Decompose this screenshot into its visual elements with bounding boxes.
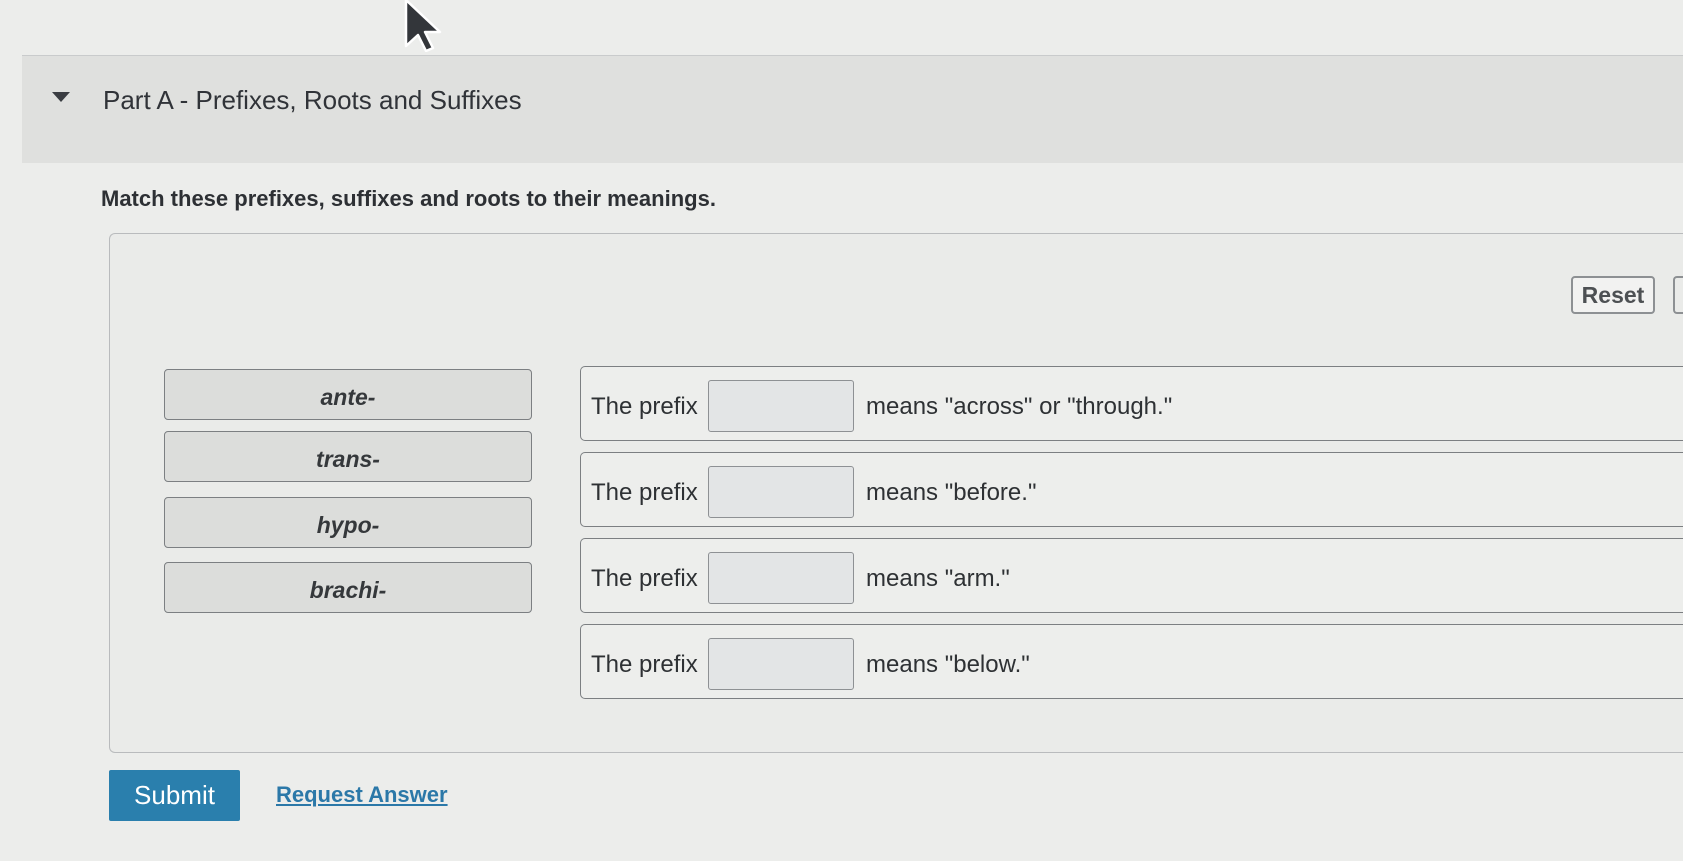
row-prefix-text: The prefix <box>591 479 698 506</box>
drop-target[interactable] <box>708 638 854 690</box>
match-row-arm: The prefix means "arm." <box>580 538 1683 613</box>
row-prefix-text: The prefix <box>591 565 698 592</box>
draggable-tile-ante[interactable]: ante- <box>164 369 532 420</box>
part-title[interactable]: Part A - Prefixes, Roots and Suffixes <box>103 85 522 116</box>
row-meaning-text: means "before." <box>866 479 1037 506</box>
row-meaning-text: means "below." <box>866 651 1030 678</box>
row-prefix-text: The prefix <box>591 393 698 420</box>
match-row-across: The prefix means "across" or "through." <box>580 366 1683 441</box>
submit-button[interactable]: Submit <box>109 770 240 821</box>
drop-target[interactable] <box>708 552 854 604</box>
row-meaning-text: means "across" or "through." <box>866 393 1173 420</box>
draggable-tile-hypo[interactable]: hypo- <box>164 497 532 548</box>
secondary-button-edge[interactable] <box>1673 276 1683 314</box>
reset-button[interactable]: Reset <box>1571 276 1655 314</box>
drop-target[interactable] <box>708 380 854 432</box>
row-prefix-text: The prefix <box>591 651 698 678</box>
request-answer-link[interactable]: Request Answer <box>276 782 448 808</box>
draggable-tile-brachi[interactable]: brachi- <box>164 562 532 613</box>
draggable-tile-trans[interactable]: trans- <box>164 431 532 482</box>
caret-down-icon[interactable] <box>52 92 70 102</box>
row-meaning-text: means "arm." <box>866 565 1010 592</box>
match-row-below: The prefix means "below." <box>580 624 1683 699</box>
match-row-before: The prefix means "before." <box>580 452 1683 527</box>
mouse-cursor-icon <box>404 0 442 52</box>
drop-target[interactable] <box>708 466 854 518</box>
instructions-text: Match these prefixes, suffixes and roots… <box>101 186 716 211</box>
